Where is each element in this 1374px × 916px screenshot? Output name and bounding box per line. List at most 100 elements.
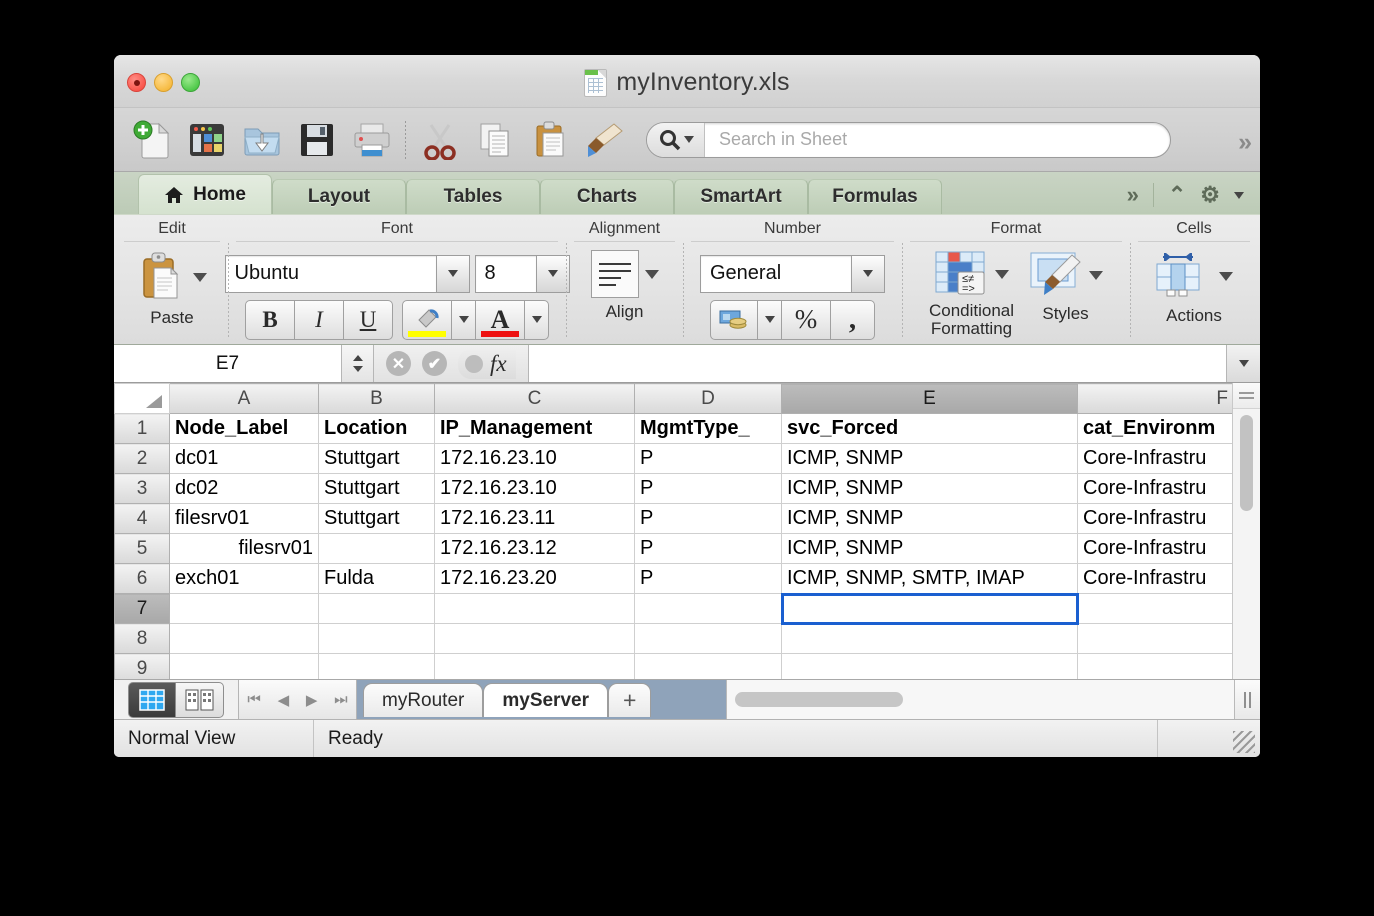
cell-a7[interactable] bbox=[170, 594, 319, 624]
number-format-dropdown[interactable] bbox=[852, 255, 885, 293]
ribbon-overflow-button[interactable]: » bbox=[1127, 182, 1139, 208]
row-header-4[interactable]: 4 bbox=[115, 504, 170, 534]
search-box[interactable] bbox=[646, 122, 1171, 158]
tab-formulas[interactable]: Formulas bbox=[808, 179, 942, 214]
column-header-d[interactable]: D bbox=[635, 384, 782, 414]
gear-icon[interactable]: ⚙ bbox=[1200, 182, 1220, 208]
row-header-8[interactable]: 8 bbox=[115, 624, 170, 654]
cell-e5[interactable]: ICMP, SNMP bbox=[782, 534, 1078, 564]
highlight-color-dropdown[interactable] bbox=[451, 300, 476, 340]
tab-smartart[interactable]: SmartArt bbox=[674, 179, 808, 214]
horizontal-split-handle[interactable] bbox=[1234, 680, 1260, 719]
row-header-2[interactable]: 2 bbox=[115, 444, 170, 474]
nav-last-sheet-button[interactable]: ⏭ bbox=[334, 691, 348, 708]
add-sheet-button[interactable]: + bbox=[608, 683, 651, 717]
cell-e3[interactable]: ICMP, SNMP bbox=[782, 474, 1078, 504]
cell-f9[interactable] bbox=[1078, 654, 1233, 680]
cell-f7[interactable] bbox=[1078, 594, 1233, 624]
cell-d7[interactable] bbox=[635, 594, 782, 624]
currency-format-button[interactable] bbox=[710, 300, 758, 340]
cell-e1[interactable]: svc_Forced bbox=[782, 414, 1078, 444]
row-header-3[interactable]: 3 bbox=[115, 474, 170, 504]
fx-icon[interactable]: fx bbox=[490, 351, 507, 377]
select-all-corner[interactable] bbox=[115, 384, 170, 414]
paste-dropdown-arrow[interactable] bbox=[193, 273, 207, 282]
conditional-formatting-button[interactable]: ≤≠ => ConditionalFormatting bbox=[929, 250, 1014, 338]
name-box-stepper[interactable] bbox=[342, 345, 374, 382]
cell-a9[interactable] bbox=[170, 654, 319, 680]
cell-c8[interactable] bbox=[435, 624, 635, 654]
cell-d2[interactable]: P bbox=[635, 444, 782, 474]
column-header-e[interactable]: E bbox=[782, 384, 1078, 414]
paste-button[interactable]: Paste bbox=[137, 250, 207, 328]
new-from-template-button[interactable] bbox=[179, 114, 234, 166]
font-size-field[interactable]: 8 bbox=[475, 255, 537, 293]
cell-d4[interactable]: P bbox=[635, 504, 782, 534]
cell-b2[interactable]: Stuttgart bbox=[319, 444, 435, 474]
cell-d3[interactable]: P bbox=[635, 474, 782, 504]
row-header-5[interactable]: 5 bbox=[115, 534, 170, 564]
row-header-1[interactable]: 1 bbox=[115, 414, 170, 444]
styles-button[interactable]: Styles bbox=[1028, 250, 1103, 324]
cell-f3[interactable]: Core-Infrastru bbox=[1078, 474, 1233, 504]
row-header-6[interactable]: 6 bbox=[115, 564, 170, 594]
cell-b4[interactable]: Stuttgart bbox=[319, 504, 435, 534]
cell-d1[interactable]: MgmtType_ bbox=[635, 414, 782, 444]
font-size-dropdown[interactable] bbox=[537, 255, 570, 293]
actions-dropdown-arrow[interactable] bbox=[1219, 272, 1233, 281]
cell-c1[interactable]: IP_Management bbox=[435, 414, 635, 444]
ribbon-collapse-button[interactable]: ⌃ bbox=[1168, 182, 1186, 208]
search-input[interactable] bbox=[705, 123, 1170, 157]
italic-button[interactable]: I bbox=[294, 300, 344, 340]
tab-tables[interactable]: Tables bbox=[406, 179, 540, 214]
font-name-dropdown[interactable] bbox=[437, 255, 470, 293]
cell-d6[interactable]: P bbox=[635, 564, 782, 594]
percent-format-button[interactable]: % bbox=[781, 300, 831, 340]
nav-first-sheet-button[interactable]: ⏮ bbox=[247, 691, 261, 708]
cell-d8[interactable] bbox=[635, 624, 782, 654]
new-document-button[interactable] bbox=[124, 114, 179, 166]
save-button[interactable] bbox=[289, 114, 344, 166]
sheet-tab-myserver[interactable]: myServer bbox=[483, 683, 608, 717]
cell-a5[interactable]: filesrv01 bbox=[170, 534, 319, 564]
cell-e7-active[interactable] bbox=[782, 594, 1078, 624]
nav-prev-sheet-button[interactable]: ◀ bbox=[278, 691, 290, 709]
print-button[interactable] bbox=[344, 114, 399, 166]
cell-c2[interactable]: 172.16.23.10 bbox=[435, 444, 635, 474]
actions-button[interactable]: Actions bbox=[1155, 250, 1233, 326]
formula-builder-button[interactable] bbox=[465, 355, 483, 373]
page-layout-view-button[interactable] bbox=[176, 682, 224, 718]
cancel-formula-button[interactable]: ✕ bbox=[386, 351, 411, 376]
cell-e6[interactable]: ICMP, SNMP, SMTP, IMAP bbox=[782, 564, 1078, 594]
align-button[interactable]: Align bbox=[591, 250, 659, 322]
nav-next-sheet-button[interactable]: ▶ bbox=[306, 691, 318, 709]
font-name-field[interactable]: Ubuntu bbox=[225, 255, 437, 293]
open-button[interactable] bbox=[234, 114, 289, 166]
sheet-tab-myrouter[interactable]: myRouter bbox=[363, 683, 483, 717]
cell-c9[interactable] bbox=[435, 654, 635, 680]
column-header-c[interactable]: C bbox=[435, 384, 635, 414]
split-pane-handle[interactable] bbox=[1233, 383, 1260, 409]
resize-grip[interactable] bbox=[1158, 720, 1260, 757]
toolbar-overflow-button[interactable]: » bbox=[1238, 128, 1252, 157]
comma-format-button[interactable]: , bbox=[830, 300, 875, 340]
currency-format-dropdown[interactable] bbox=[757, 300, 782, 340]
cell-f5[interactable]: Core-Infrastru bbox=[1078, 534, 1233, 564]
underline-button[interactable]: U bbox=[343, 300, 393, 340]
paste-toolbar-button[interactable] bbox=[522, 114, 577, 166]
cell-f8[interactable] bbox=[1078, 624, 1233, 654]
row-header-9[interactable]: 9 bbox=[115, 654, 170, 680]
cell-a3[interactable]: dc02 bbox=[170, 474, 319, 504]
cell-f1[interactable]: cat_Environm bbox=[1078, 414, 1233, 444]
cell-f6[interactable]: Core-Infrastru bbox=[1078, 564, 1233, 594]
align-dropdown-arrow[interactable] bbox=[645, 270, 659, 279]
cell-e8[interactable] bbox=[782, 624, 1078, 654]
column-header-a[interactable]: A bbox=[170, 384, 319, 414]
cell-b3[interactable]: Stuttgart bbox=[319, 474, 435, 504]
cell-d9[interactable] bbox=[635, 654, 782, 680]
format-painter-button[interactable] bbox=[577, 114, 632, 166]
formula-bar-expand-button[interactable] bbox=[1226, 345, 1260, 382]
gear-chevron-down-icon[interactable] bbox=[1234, 192, 1244, 199]
cell-a2[interactable]: dc01 bbox=[170, 444, 319, 474]
cell-b7[interactable] bbox=[319, 594, 435, 624]
